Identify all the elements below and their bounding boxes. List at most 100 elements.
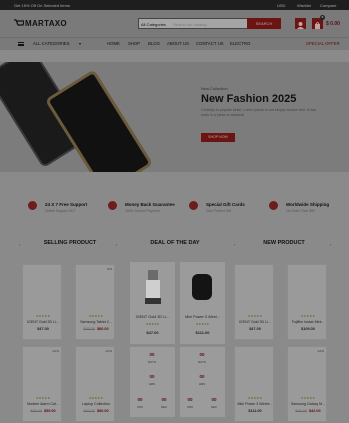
product-name[interactable]: Samsung Galaxy M... [288, 402, 328, 406]
next-arrow-icon[interactable]: › [330, 242, 331, 247]
new-price: $59.00 [44, 409, 56, 413]
product-card[interactable]: -10% ★★★★★ Laptop Collection $89.00 $80.… [75, 346, 115, 422]
timer-value: 00 [149, 374, 155, 379]
new-price: $80.00 [97, 409, 109, 413]
logo[interactable]: MARTAXO [25, 19, 67, 28]
search-category-select[interactable]: All Categories [141, 22, 166, 27]
timer-value: 00 [161, 397, 167, 402]
discount-badge: -10% [51, 349, 59, 353]
deal-card[interactable]: Mini Power 3 Wirel... ★★★★★ $111.00 [180, 262, 225, 344]
deal-card[interactable]: IGENT Gold 3D Li... ★★★★★ $47.00 [130, 262, 175, 344]
timer-label: MIN [187, 405, 193, 409]
product-name[interactable]: IGENT Gold 3D Li... [235, 320, 275, 324]
feature-title: Money Back Guarantee [125, 202, 175, 207]
product-name[interactable]: Modern Alarm Cal... [23, 402, 63, 406]
slider-dots[interactable] [170, 165, 182, 172]
timer-value: 00 [137, 397, 143, 402]
currency-selector[interactable]: USD [277, 3, 285, 8]
product-name[interactable]: IGENT Gold 3D Li... [130, 315, 175, 319]
search-input[interactable]: Search our catalog [173, 22, 207, 27]
money-back-icon [108, 201, 117, 210]
search-button[interactable]: SEARCH [247, 18, 281, 29]
logo-cart-icon [14, 19, 24, 26]
product-price: $47.00 [249, 327, 261, 331]
product-card[interactable]: -5% ★★★★★ Samsung Tablet 2... $89.00 $80… [75, 264, 115, 340]
new-heading: NEW PRODUCT [263, 240, 305, 246]
rating-stars: ★★★★★ [35, 314, 51, 318]
product-price: $45.00 $42.00 [288, 409, 328, 413]
discount-badge: -5% [106, 267, 112, 271]
nav-electro[interactable]: ELECTRO [230, 41, 250, 46]
rating-stars: ★★★★★ [145, 322, 160, 326]
compare-link[interactable]: Compare [320, 3, 336, 8]
rating-stars: ★★★★★ [247, 396, 263, 400]
rating-stars: ★★★★★ [300, 314, 316, 318]
nav-blog[interactable]: BLOG [148, 41, 160, 46]
product-image [192, 274, 212, 300]
timer-label: HRS [148, 382, 156, 386]
all-categories-button[interactable]: ALL CATEGORIES [33, 41, 70, 46]
old-price: $65.00 [30, 409, 42, 413]
product-card[interactable]: -10% ★★★★★ Samsung Galaxy M... $45.00 $4… [287, 346, 327, 422]
product-price: $89.00 $80.00 [76, 327, 116, 331]
support-icon [28, 201, 37, 210]
old-price: $89.00 [83, 327, 95, 331]
feature-subtitle: Online Support 24/7 [45, 209, 76, 213]
timer-value: 00 [199, 374, 205, 379]
shop-now-button[interactable]: SHOP NOW [201, 133, 235, 142]
next-arrow-icon[interactable]: › [116, 242, 117, 247]
product-name[interactable]: Samsung Tablet 2... [76, 320, 116, 324]
timer-value: 00 [149, 352, 155, 357]
product-price: $65.00 $59.00 [23, 409, 63, 413]
gift-icon [189, 201, 198, 210]
product-price: $109.00 [301, 327, 315, 331]
nav-about[interactable]: ABOUT US [167, 41, 189, 46]
promo-text: Get 15% Off On Selected Items [14, 3, 70, 8]
product-card[interactable]: ★★★★★ IGENT Gold 3D Li... $47.00 [22, 264, 62, 340]
prev-arrow-icon[interactable]: ‹ [19, 242, 20, 247]
top-bar: Get 15% Off On Selected Items USD Wishli… [0, 0, 349, 10]
rating-stars: ★★★★★ [300, 396, 316, 400]
product-card[interactable]: ★★★★★ IGENT Gold 3D Li... $47.00 [234, 264, 274, 340]
product-name[interactable]: Laptop Collection [76, 402, 116, 406]
hero-banner: New Collection New Fashion 2025 Contrary… [0, 62, 349, 172]
special-offer-link[interactable]: SPECIAL OFFER [306, 41, 340, 46]
timer-label: MIN [137, 405, 143, 409]
product-card[interactable]: ★★★★★ Fujifilm Instax Mini... $109.00 [287, 264, 327, 340]
product-name[interactable]: Fujifilm Instax Mini... [288, 320, 328, 324]
selling-heading: SELLING PRODUCT [43, 240, 97, 246]
rating-stars: ★★★★★ [35, 396, 51, 400]
hero-title: New Fashion 2025 [201, 93, 297, 105]
nav-home[interactable]: HOME [107, 41, 120, 46]
product-price: $89.00 $80.00 [76, 409, 116, 413]
prev-arrow-icon[interactable]: ‹ [234, 242, 235, 247]
feature-title: Worldwide Shipping [286, 202, 330, 207]
cart-count-badge: 0 [320, 15, 325, 20]
old-price: $89.00 [83, 409, 95, 413]
cart-total[interactable]: $ 0.00 [326, 21, 340, 27]
feature-subtitle: Give Perfect Gift [206, 209, 231, 213]
product-price: $111.00 [248, 409, 262, 413]
timer-label: SEC [160, 405, 168, 409]
rating-stars: ★★★★★ [88, 396, 104, 400]
menu-icon[interactable] [18, 42, 24, 46]
product-card[interactable]: ★★★★★ Mini Power 3 Wirele... $111.00 [234, 346, 274, 422]
nav-contact[interactable]: CONTACT US [196, 41, 224, 46]
deal-timer: 00 DAYS 00 HRS 00 MIN 00 SEC [130, 347, 175, 417]
rating-stars: ★★★★★ [195, 322, 210, 326]
user-icon[interactable] [295, 18, 306, 29]
timer-value: 00 [187, 397, 193, 402]
new-price: $42.00 [309, 409, 321, 413]
product-price: $47.00 [37, 327, 49, 331]
product-name[interactable]: IGENT Gold 3D Li... [23, 320, 63, 324]
wishlist-link[interactable]: Wishlist [297, 3, 311, 8]
product-card[interactable]: -10% ★★★★★ Modern Alarm Cal... $65.00 $5… [22, 346, 62, 422]
nav-shop[interactable]: SHOP [128, 41, 140, 46]
product-name[interactable]: Mini Power 3 Wirele... [235, 402, 275, 406]
timer-value: 00 [199, 352, 205, 357]
timer-value: 00 [211, 397, 217, 402]
product-price: $111.00 [195, 330, 210, 335]
hero-subtitle: New Collection [201, 86, 228, 91]
product-name[interactable]: Mini Power 3 Wirel... [180, 315, 225, 319]
rating-stars: ★★★★★ [88, 314, 104, 318]
